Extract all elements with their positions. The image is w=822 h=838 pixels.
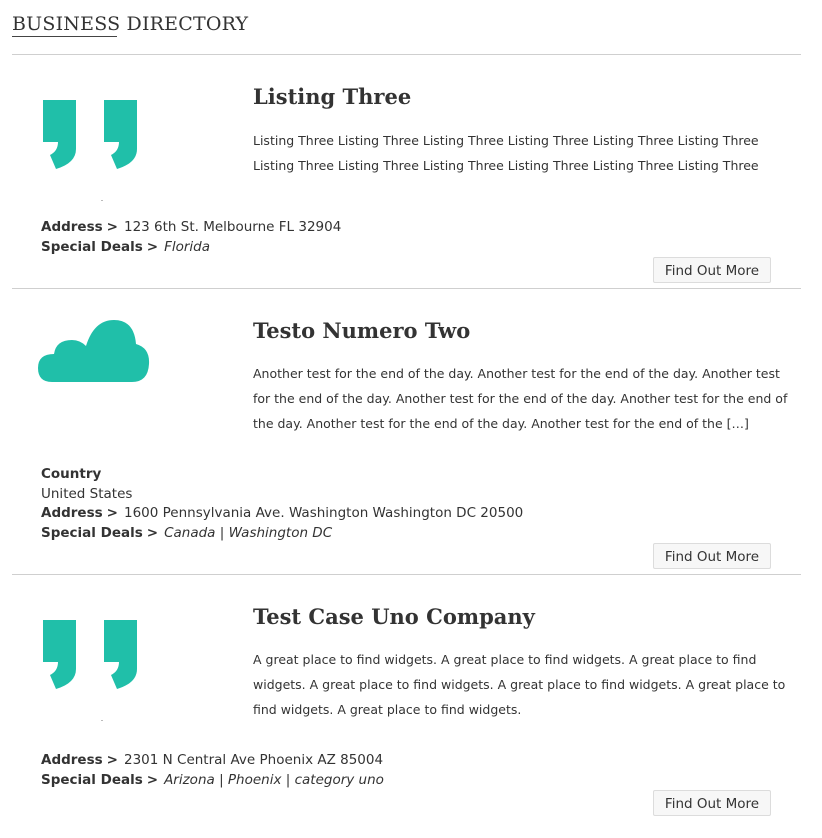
address-label: Address: [41, 505, 103, 521]
cloud-icon: [38, 320, 150, 388]
divider: [12, 54, 801, 55]
divider: [12, 574, 801, 575]
separator-icon: >: [106, 505, 118, 521]
address-label: Address: [41, 219, 103, 235]
find-out-more-button[interactable]: Find Out More: [653, 790, 771, 816]
special-deals-label: Special Deals: [41, 772, 143, 788]
address-label: Address: [41, 752, 103, 768]
listing-title[interactable]: Test Case Uno Company: [253, 604, 535, 629]
find-out-more-button[interactable]: Find Out More: [653, 257, 771, 283]
separator-icon: >: [106, 752, 118, 768]
listing-title[interactable]: Testo Numero Two: [253, 318, 470, 343]
address-value: 2301 N Central Ave Phoenix AZ 85004: [123, 752, 384, 768]
address-field: Address >1600 Pennsylvania Ave. Washingto…: [41, 505, 523, 521]
address-value: 1600 Pennsylvania Ave. Washington Washin…: [123, 505, 524, 521]
special-deals-label: Special Deals: [41, 239, 143, 255]
separator-icon: >: [146, 772, 159, 788]
special-deals-field: Special Deals > Canada | Washington DC: [41, 525, 332, 541]
quote-icon: [38, 97, 142, 207]
special-deals-field: Special Deals > Florida: [41, 239, 210, 255]
separator-icon: >: [106, 219, 118, 235]
address-field: Address >2301 N Central Ave Phoenix AZ 85…: [41, 752, 383, 768]
special-deals-field: Special Deals > Arizona | Phoenix | catego…: [41, 772, 384, 788]
separator-icon: >: [146, 525, 159, 541]
divider: [12, 288, 801, 289]
country-label: Country: [41, 466, 102, 482]
page-title: BUSINESS DIRECTORY: [12, 13, 249, 35]
country-value: United States: [41, 486, 133, 502]
special-deals-value[interactable]: Arizona | Phoenix | category uno: [164, 772, 384, 788]
special-deals-value[interactable]: Florida: [164, 239, 210, 255]
special-deals-value[interactable]: Canada | Washington DC: [164, 525, 332, 541]
address-value: 123 6th St. Melbourne FL 32904: [123, 219, 342, 235]
address-field: Address >123 6th St. Melbourne FL 32904: [41, 219, 341, 235]
separator-icon: >: [146, 239, 159, 255]
listing-description: Listing Three Listing Three Listing Thre…: [253, 133, 759, 173]
listing-description: Another test for the end of the day. Ano…: [253, 366, 788, 431]
listing-title[interactable]: Listing Three: [253, 84, 411, 109]
find-out-more-button[interactable]: Find Out More: [653, 543, 771, 569]
page-title-underline: [12, 36, 117, 37]
listing-description: A great place to find widgets. A great p…: [253, 652, 786, 717]
special-deals-label: Special Deals: [41, 525, 143, 541]
quote-icon: [38, 617, 142, 727]
